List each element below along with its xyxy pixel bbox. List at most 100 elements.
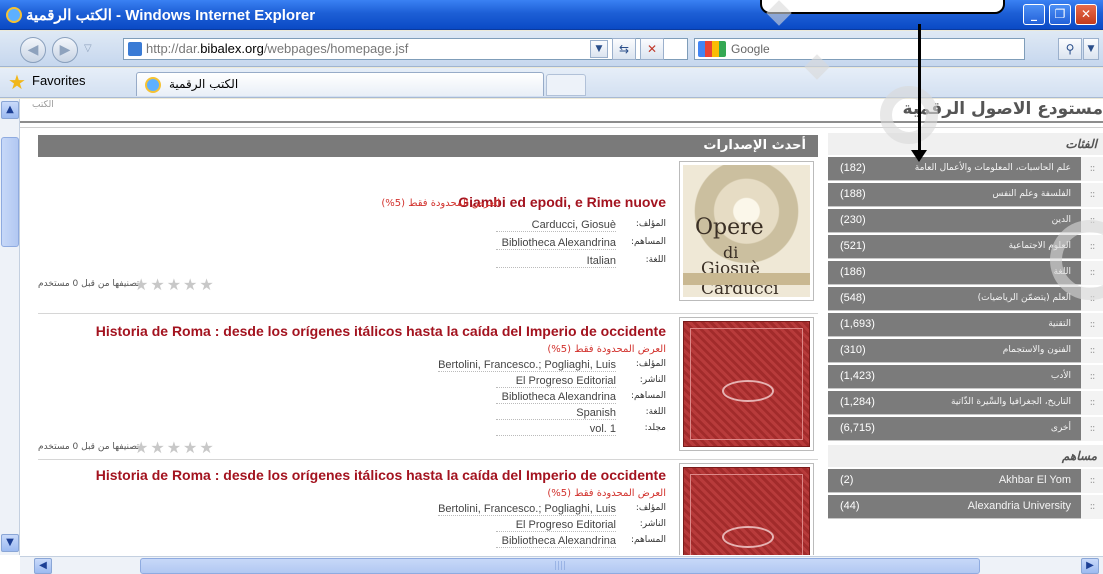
limited-view-note: العرض المحدودة فقط (5%) [547,488,666,499]
google-logo-icon [698,41,726,57]
category-name[interactable]: الفنون والاستجمام [1003,345,1071,355]
favorites-label: Favorites [32,73,86,88]
meta-value[interactable]: Carducci, Giosuè [496,219,616,232]
book-item: Historia de Roma : desde los orígenes it… [38,463,818,555]
meta-value[interactable]: Bibliotheca Alexandrina [496,535,616,548]
search-input[interactable]: Google [694,38,1025,60]
favorites-button[interactable]: ★ Favorites [8,72,86,94]
category-item[interactable]: (182) علم الحاسبات، المعلومات والأعمال ال… [828,157,1103,181]
rating-stars-icon[interactable]: ★★★★★ [134,438,216,457]
category-name[interactable]: العلم (يتضمّن الرياضيات) [978,293,1071,303]
drag-handle-icon[interactable]: :: [1081,183,1103,207]
stop-button[interactable]: ✕ [640,38,664,60]
forward-button[interactable]: ▶ [52,37,78,63]
drag-handle-icon[interactable]: :: [1081,157,1103,181]
vertical-scrollbar[interactable]: ▲ ▼ [0,99,20,555]
book-cover[interactable] [679,463,814,555]
contributor-item[interactable]: (2) Akhbar El Yom:: [828,469,1103,493]
annotation-arrow-line [918,24,921,156]
scroll-up-button[interactable]: ▲ [1,101,19,119]
vertical-scroll-thumb[interactable] [1,137,19,247]
refresh-button[interactable]: ⇆ [612,38,636,60]
meta-key: المؤلف: [635,359,666,369]
header-divider [20,121,1103,123]
meta-value[interactable]: Bibliotheca Alexandrina [496,237,616,250]
meta-row: المؤلف: Bertolini, Francesco.; Pogliaghi… [336,503,666,519]
meta-row: الناشر: El Progreso Editorial [336,375,666,391]
drag-handle-icon[interactable]: :: [1081,469,1103,493]
contributor-name[interactable]: Alexandria University [968,500,1071,512]
cover-image: Opere di Giosuè Carducci [683,165,810,299]
meta-value[interactable]: Bibliotheca Alexandrina [496,391,616,404]
book-title-link[interactable]: Historia de Roma : desde los orígenes it… [96,323,666,339]
drag-handle-icon[interactable]: :: [1081,313,1103,337]
meta-key: الناشر: [639,519,666,529]
category-name[interactable]: الدين [1052,215,1071,225]
star-icon: ★ [8,72,26,94]
category-name[interactable]: الفلسفة وعلم النفس [992,189,1071,199]
annotation-arrow-head-icon [911,150,927,162]
address-dropdown-button[interactable]: ▼ [590,40,608,58]
horizontal-scroll-thumb[interactable]: |||| [140,558,980,574]
maximize-button[interactable]: ❐ [1049,4,1071,25]
drag-handle-icon[interactable]: :: [1081,339,1103,363]
breadcrumb[interactable]: الكتب [32,100,54,110]
category-item[interactable]: (1,423) الأدب:: [828,365,1103,389]
scroll-down-button[interactable]: ▼ [1,534,19,552]
drag-handle-icon[interactable]: :: [1081,495,1103,519]
category-name[interactable]: الأدب [1051,371,1071,381]
rating-stars-icon[interactable]: ★★★★★ [134,275,216,294]
category-name[interactable]: التاريخ، الجغرافيا والسِّيرة الذّاتية [951,397,1071,407]
close-button[interactable]: ✕ [1075,4,1097,25]
drag-handle-icon[interactable]: :: [1081,417,1103,441]
meta-value[interactable]: El Progreso Editorial [496,519,616,532]
category-count: (186) [840,266,866,278]
cover-band [683,273,810,285]
browser-tab[interactable]: الكتب الرقمية [136,72,544,96]
contributor-count: (44) [840,500,860,512]
minimize-button[interactable]: _ [1023,4,1045,25]
cover-image [683,467,810,555]
address-toolbar: ◀ ▶ ▽ http://dar.bibalex.org/webpages/ho… [0,31,1103,67]
category-item[interactable]: (1,693) التقنية:: [828,313,1103,337]
history-dropdown-icon[interactable]: ▽ [84,43,92,54]
tab-ie-icon [145,77,161,93]
meta-value[interactable]: Bertolini, Francesco.; Pogliaghi, Luis [438,503,616,516]
meta-value[interactable]: Bertolini, Francesco.; Pogliaghi, Luis [438,359,616,372]
drag-handle-icon[interactable]: :: [1081,365,1103,389]
book-title-link[interactable]: Historia de Roma : desde los orígenes it… [96,467,666,483]
book-cover[interactable]: Opere di Giosuè Carducci [679,161,814,301]
category-item[interactable]: (548) العلم (يتضمّن الرياضيات):: [828,287,1103,311]
search-options-button[interactable]: ▼ [1083,38,1099,60]
meta-key: اللغة: [645,255,666,265]
category-count: (182) [840,162,866,174]
contributor-name[interactable]: Akhbar El Yom [999,474,1071,486]
category-item[interactable]: (188) الفلسفة وعلم النفس:: [828,183,1103,207]
rating-text: تصنيفها من قبل 0 مستخدم [38,442,140,452]
meta-row: المساهم: Bibliotheca Alexandrina [336,237,666,253]
search-button[interactable]: ⚲ [1058,38,1082,60]
category-item[interactable]: (230) الدين:: [828,209,1103,233]
meta-row: اللغة: Italian [336,255,666,271]
category-name[interactable]: علم الحاسبات، المعلومات والأعمال العامة [915,163,1071,173]
scroll-right-button[interactable]: ▶ [1081,558,1099,574]
back-button[interactable]: ◀ [20,37,46,63]
new-tab-button[interactable] [546,74,586,96]
category-item[interactable]: (1,284) التاريخ، الجغرافيا والسِّيرة الذّ… [828,391,1103,415]
book-cover[interactable] [679,317,814,451]
annotation-callout-box [760,0,1005,14]
cover-image [683,321,810,447]
scroll-left-button[interactable]: ◀ [34,558,52,574]
category-item[interactable]: (310) الفنون والاستجمام:: [828,339,1103,363]
category-item[interactable]: (6,715) أخرى:: [828,417,1103,441]
category-name[interactable]: أخرى [1051,423,1071,433]
rating-row: تصنيفها من قبل 0 مستخدم ★★★★★ [38,438,278,457]
url-domain: bibalex.org [200,41,264,56]
meta-value[interactable]: El Progreso Editorial [496,375,616,388]
category-name[interactable]: التقنية [1048,319,1071,329]
contributor-item[interactable]: (44) Alexandria University:: [828,495,1103,519]
horizontal-scrollbar[interactable]: ◀ |||| ▶ [20,556,1103,574]
drag-handle-icon[interactable]: :: [1081,391,1103,415]
meta-row: اللغة: Spanish [336,407,666,423]
ie-icon [6,7,22,23]
